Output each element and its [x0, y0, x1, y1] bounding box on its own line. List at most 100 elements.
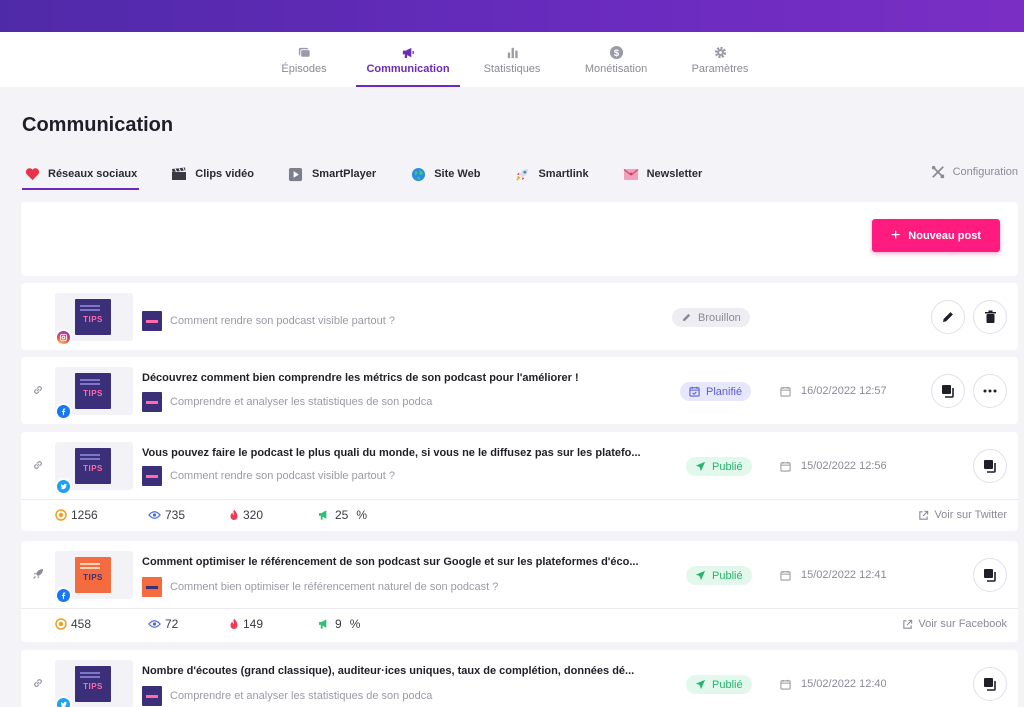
status-label: Publié — [712, 678, 743, 691]
subtab-newsletter[interactable]: Newsletter — [621, 160, 705, 190]
post-card: TIPS Vous pouvez faire le podcast le plu… — [21, 432, 1018, 531]
subtab-label: Newsletter — [646, 168, 703, 180]
post-thumbnail: TIPS — [55, 367, 133, 420]
page-title: Communication — [22, 114, 174, 136]
calendar-icon — [780, 679, 791, 690]
pencil-icon — [943, 312, 953, 322]
nav-tab-episodes[interactable]: Épisodes — [252, 32, 356, 87]
new-post-button[interactable]: + Nouveau post — [872, 219, 1000, 252]
post-text: Vous pouvez faire le podcast le plus qua… — [142, 447, 641, 459]
more-options-button[interactable] — [973, 374, 1007, 408]
post-thumbnail: TIPS — [55, 442, 133, 495]
post-stats: 458 72 149 9 % Voir sur Facebook — [21, 608, 1018, 642]
subtab-smartlink[interactable]: Smartlink — [512, 160, 590, 190]
rocket-icon — [514, 166, 530, 182]
duplicate-button[interactable] — [973, 667, 1007, 701]
post-episode: Comment rendre son podcast visible parto… — [142, 311, 395, 331]
twitter-icon — [55, 478, 72, 495]
post-thumbnail: TIPS — [55, 293, 133, 346]
nav-tab-statistiques[interactable]: Statistiques — [460, 32, 564, 87]
plus-icon: + — [890, 226, 901, 244]
delete-button[interactable] — [973, 300, 1007, 334]
more-horizontal-icon — [983, 389, 997, 393]
subtab-label: Clips vidéo — [195, 168, 254, 180]
nav-tab-communication[interactable]: Communication — [356, 32, 460, 87]
status-badge-published: Publié — [686, 566, 752, 585]
episode-mini-cover — [142, 466, 162, 486]
rocket-icon — [33, 569, 43, 579]
stat-value: 9 — [335, 617, 342, 631]
stat-rate: 9 % — [318, 617, 360, 631]
edit-button[interactable] — [931, 300, 965, 334]
main-navigation: Épisodes Communication Statistiques $ Mo… — [0, 32, 1024, 87]
svg-text:$: $ — [613, 47, 619, 57]
stat-value: 458 — [71, 617, 92, 631]
nav-tab-monetisation[interactable]: $ Monétisation — [564, 32, 668, 87]
nav-tab-label: Statistiques — [483, 62, 541, 75]
trash-icon — [984, 310, 996, 323]
stat-rate: 25 % — [318, 508, 367, 522]
target-icon — [55, 509, 67, 521]
date-value: 15/02/2022 12:40 — [801, 678, 887, 690]
post-thumbnail: TIPS — [55, 551, 133, 604]
view-link-label: Voir sur Facebook — [918, 618, 1007, 630]
post-episode: Comprendre et analyser les statistiques … — [142, 686, 432, 706]
stat-unit: % — [349, 617, 361, 631]
link-icon — [34, 386, 42, 394]
status-label: Brouillon — [698, 311, 741, 324]
post-card: TIPS Comment rendre son podcast visible … — [21, 283, 1018, 350]
duplicate-icon — [984, 678, 996, 691]
megaphone-icon — [318, 510, 327, 520]
post-row[interactable]: TIPS Vous pouvez faire le podcast le plu… — [21, 432, 1018, 499]
megaphone-icon — [402, 47, 414, 58]
status-label: Publié — [712, 569, 743, 582]
subtab-label: Smartlink — [538, 168, 589, 180]
stat-value: 735 — [165, 508, 186, 522]
stat-engagement: 320 — [229, 508, 263, 522]
subtab-smartplayer[interactable]: SmartPlayer — [286, 160, 378, 190]
post-episode: Comprendre et analyser les statistiques … — [142, 392, 432, 412]
stat-reach: 458 — [55, 617, 91, 631]
duplicate-icon — [984, 569, 996, 582]
episode-cover-image: TIPS — [75, 666, 111, 702]
duplicate-button[interactable] — [931, 374, 965, 408]
subtab-clips-video[interactable]: Clips vidéo — [169, 160, 256, 190]
pencil-icon — [682, 313, 691, 322]
nav-tab-parametres[interactable]: Paramètres — [668, 32, 772, 87]
subtab-label: Site Web — [434, 168, 481, 180]
duplicate-button[interactable] — [973, 449, 1007, 483]
post-date: 16/02/2022 12:57 — [780, 385, 887, 397]
configuration-link[interactable]: Configuration — [931, 165, 1018, 179]
post-thumbnail: TIPS — [55, 660, 133, 707]
post-row[interactable]: TIPS Comment rendre son podcast visible … — [21, 283, 1018, 350]
post-row[interactable]: TIPS Comment optimiser le référencement … — [21, 541, 1018, 608]
post-row[interactable]: TIPS Nombre d'écoutes (grand classique),… — [21, 650, 1018, 707]
subtab-site-web[interactable]: Site Web — [408, 160, 482, 190]
post-card: TIPS Comment optimiser le référencement … — [21, 541, 1018, 642]
duplicate-button[interactable] — [973, 558, 1007, 592]
post-card: TIPS Découvrez comment bien comprendre l… — [21, 357, 1018, 424]
view-on-facebook-link[interactable]: Voir sur Facebook — [902, 618, 1007, 630]
external-link-icon — [903, 619, 913, 629]
post-episode: Comment bien optimiser le référencement … — [142, 577, 498, 597]
post-episode: Comment rendre son podcast visible parto… — [142, 466, 395, 486]
view-on-twitter-link[interactable]: Voir sur Twitter — [918, 509, 1007, 521]
status-badge-published: Publié — [686, 675, 752, 694]
stat-engagement: 149 — [229, 617, 263, 631]
post-row[interactable]: TIPS Découvrez comment bien comprendre l… — [21, 357, 1018, 424]
episodes-icon — [298, 47, 311, 58]
nav-tab-label: Communication — [366, 62, 450, 75]
status-badge-published: Publié — [686, 457, 752, 476]
calendar-check-icon — [689, 386, 700, 397]
episode-mini-cover — [142, 577, 162, 597]
send-icon — [695, 679, 706, 690]
twitter-icon — [55, 696, 72, 707]
calendar-icon — [780, 461, 791, 472]
episode-title: Comment rendre son podcast visible parto… — [170, 470, 396, 482]
subtab-reseaux-sociaux[interactable]: Réseaux sociaux — [22, 160, 140, 190]
clapperboard-icon — [171, 166, 187, 182]
posts-toolbar: + Nouveau post — [21, 202, 1018, 276]
stat-reach: 1256 — [55, 508, 98, 522]
post-date: 15/02/2022 12:56 — [780, 460, 887, 472]
post-date: 15/02/2022 12:40 — [780, 678, 887, 690]
